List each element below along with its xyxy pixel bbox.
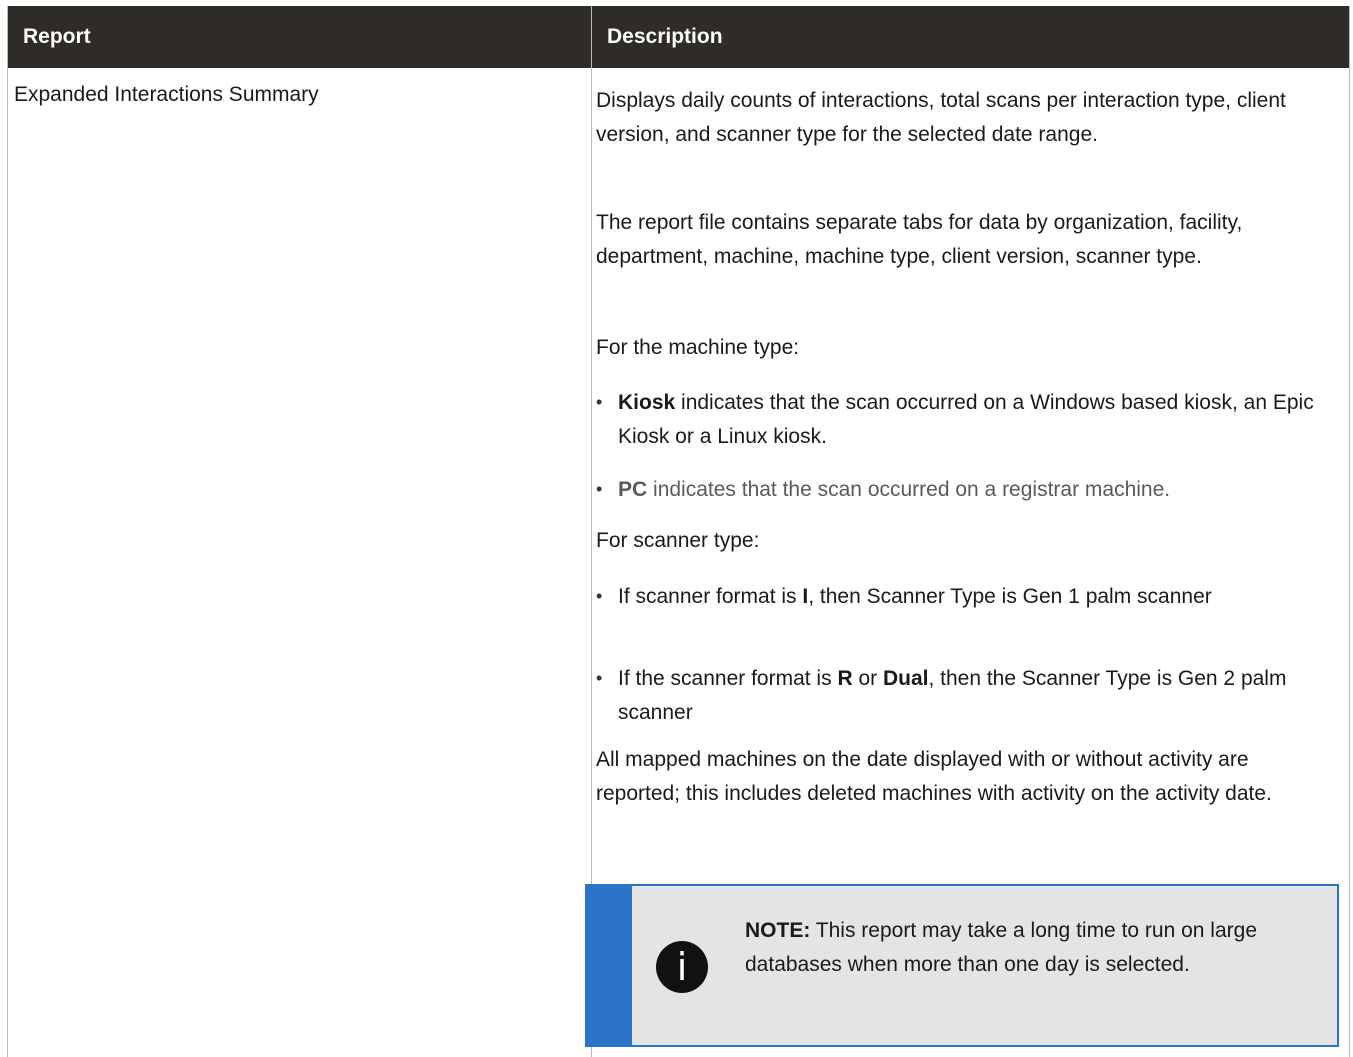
bullet-icon: •: [596, 479, 603, 499]
list-item-gen1: • If scanner format is I, then Scanner T…: [596, 580, 1336, 614]
list-item-gen2: • If the scanner format is R or Dual, th…: [596, 662, 1336, 729]
bullet-icon: •: [596, 392, 603, 412]
kiosk-text: indicates that the scan occurred on a Wi…: [618, 391, 1314, 448]
info-icon: i: [656, 941, 708, 993]
tabs-paragraph: The report file contains separate tabs f…: [596, 211, 1243, 268]
kiosk-term: Kiosk: [618, 391, 676, 414]
list-item-kiosk: • Kiosk indicates that the scan occurred…: [596, 386, 1336, 453]
format-dual: Dual: [882, 667, 929, 690]
list-item-pc: • PC indicates that the scan occurred on…: [596, 473, 1336, 507]
bullet-icon: •: [596, 668, 603, 688]
note-callout: i NOTE: This report may take a long time…: [585, 884, 1339, 1047]
machine-type-intro: For the machine type:: [596, 336, 800, 359]
pc-text: indicates that the scan occurred on a re…: [647, 478, 1171, 501]
header-description: Description: [591, 6, 1351, 68]
gen2-mid: or: [852, 667, 883, 690]
gen1-pre: If scanner format is: [618, 585, 803, 608]
report-name-cell: Expanded Interactions Summary: [14, 83, 319, 106]
description-paragraph: Displays daily counts of interactions, t…: [596, 89, 1286, 146]
gen1-post: , then Scanner Type is Gen 1 palm scanne…: [808, 585, 1212, 608]
note-label: NOTE:: [745, 919, 811, 942]
note-body: This report may take a long time to run …: [745, 919, 1257, 976]
header-report: Report: [23, 25, 91, 48]
note-accent-bar: [587, 886, 632, 1045]
gen2-pre: If the scanner format is: [618, 667, 838, 690]
scanner-type-intro: For scanner type:: [596, 529, 760, 552]
note-text: NOTE: This report may take a long time t…: [745, 914, 1315, 982]
bullet-icon: •: [596, 586, 603, 606]
mapped-machines-paragraph: All mapped machines on the date displaye…: [596, 748, 1272, 805]
pc-term: PC: [618, 478, 648, 501]
format-r: R: [837, 667, 853, 690]
table-header: Report Description: [8, 6, 1349, 68]
